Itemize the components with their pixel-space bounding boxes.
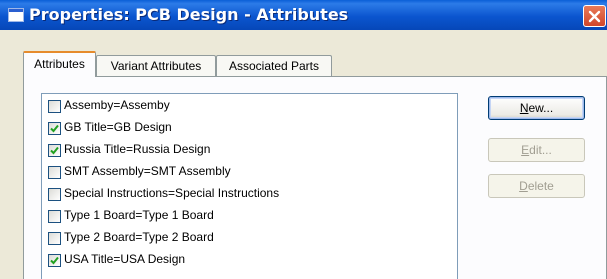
- attribute-label: Russia Title=Russia Design: [64, 142, 211, 156]
- attribute-checkbox[interactable]: [48, 232, 61, 245]
- edit-label-rest: dit...: [529, 143, 552, 157]
- attribute-label: Type 1 Board=Type 1 Board: [64, 208, 214, 222]
- new-button[interactable]: New...: [488, 96, 585, 120]
- window-icon: [8, 8, 24, 22]
- attribute-label: Special Instructions=Special Instruction…: [64, 186, 280, 200]
- delete-label-rest: elete: [527, 179, 554, 193]
- tab-variant-attributes[interactable]: Variant Attributes: [96, 55, 216, 76]
- attribute-label: Assemby=Assemby: [64, 98, 170, 112]
- delete-mnemonic: D: [519, 179, 528, 193]
- delete-button[interactable]: Delete: [488, 174, 585, 198]
- close-button[interactable]: [583, 5, 606, 27]
- tab-attributes[interactable]: Attributes: [23, 51, 96, 77]
- new-label-rest: ew...: [528, 101, 554, 115]
- properties-dialog: Properties: PCB Design - Attributes Attr…: [0, 0, 607, 279]
- attribute-checkbox[interactable]: [48, 188, 61, 201]
- attribute-checkbox[interactable]: [48, 254, 61, 267]
- tab-associated-parts[interactable]: Associated Parts: [216, 55, 332, 76]
- checkmark-icon: [50, 146, 59, 155]
- title-bar[interactable]: Properties: PCB Design - Attributes: [0, 0, 607, 30]
- attribute-checkbox[interactable]: [48, 166, 61, 179]
- edit-mnemonic: E: [521, 143, 530, 157]
- attribute-checkbox[interactable]: [48, 100, 61, 113]
- attribute-checkbox[interactable]: [48, 122, 61, 135]
- attribute-checkbox[interactable]: [48, 210, 61, 223]
- checkmark-icon: [50, 124, 59, 133]
- checkmark-icon: [50, 256, 59, 265]
- close-icon: [588, 10, 601, 23]
- attribute-label: GB Title=GB Design: [64, 120, 172, 134]
- edit-button[interactable]: Edit...: [488, 138, 585, 162]
- attribute-label: SMT Assembly=SMT Assembly: [64, 164, 231, 178]
- attribute-label: USA Title=USA Design: [64, 252, 186, 266]
- window-title: Properties: PCB Design - Attributes: [29, 5, 349, 24]
- attribute-label: Type 2 Board=Type 2 Board: [64, 230, 214, 244]
- attribute-checkbox[interactable]: [48, 144, 61, 157]
- attributes-list[interactable]: Assemby=Assemby GB Title=GB Design Russi…: [41, 93, 458, 279]
